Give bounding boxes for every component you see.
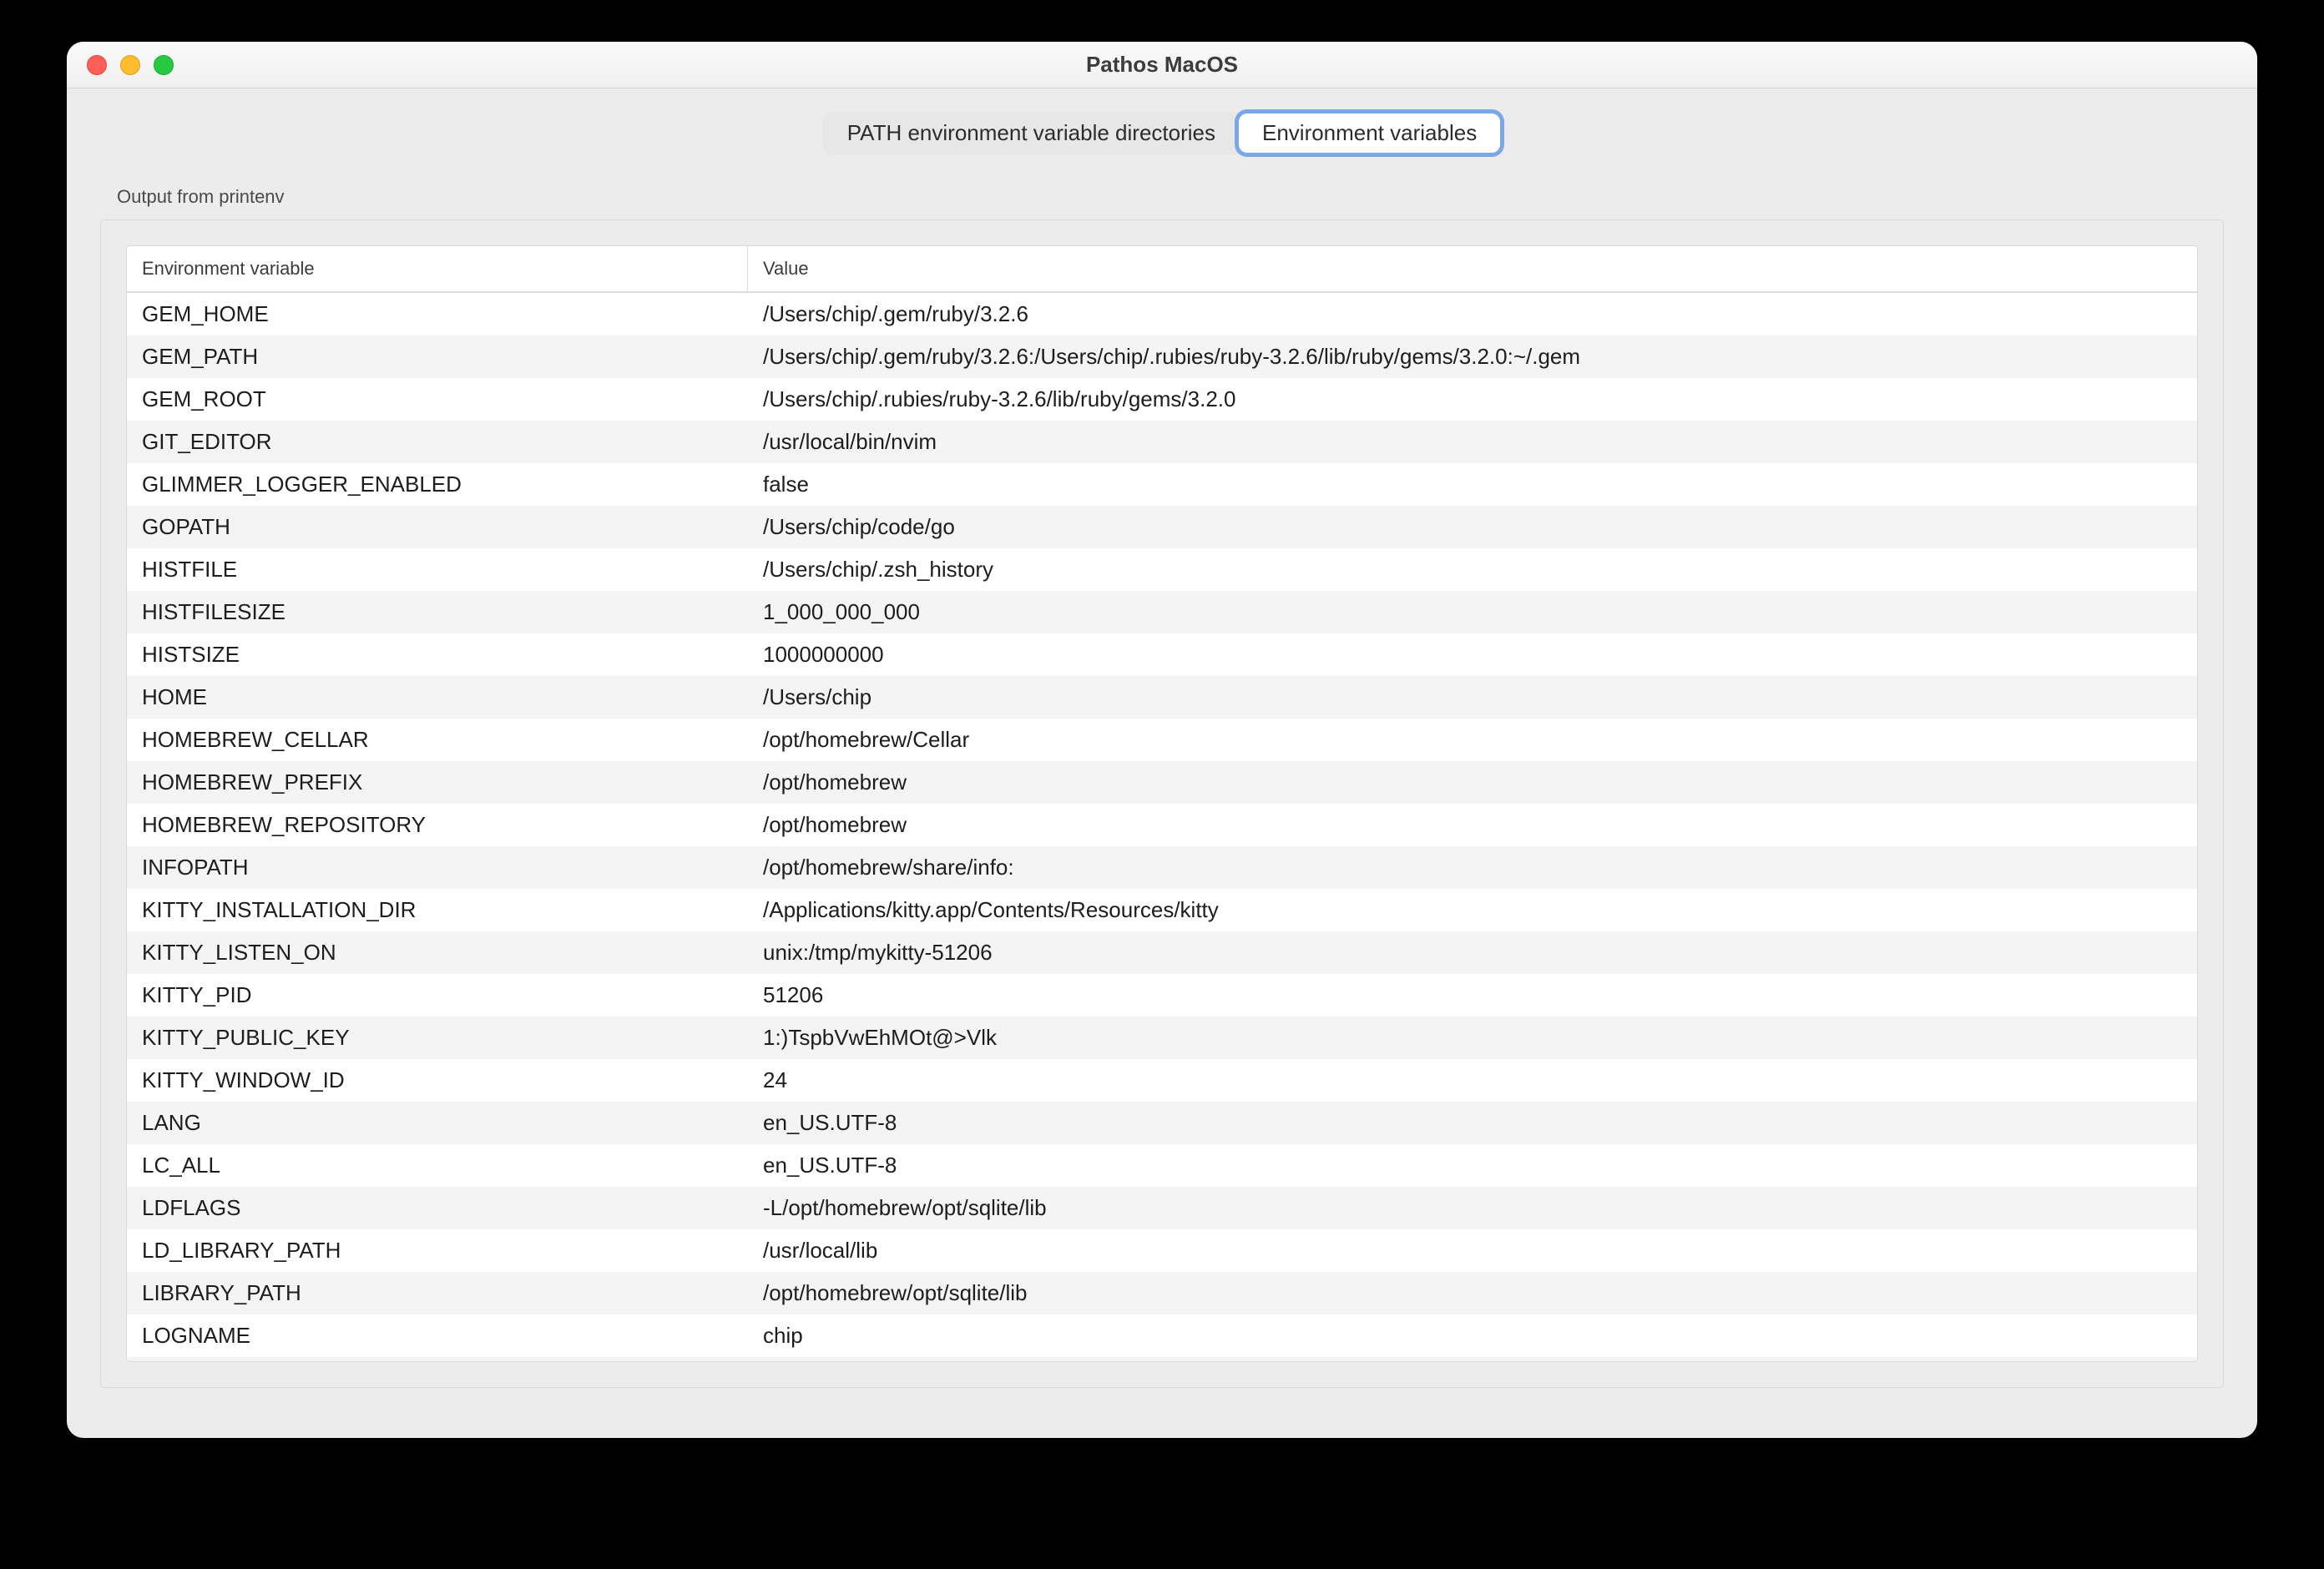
env-name: LC_ALL	[127, 1144, 748, 1187]
env-value: /Users/chip/.zsh_history	[748, 548, 2197, 591]
table-row[interactable]: LUA_CPATH/usr/local/lib/lua/5.1/?.so;./?…	[127, 1357, 2197, 1361]
table-row[interactable]: LANGen_US.UTF-8	[127, 1102, 2197, 1144]
env-name: LIBRARY_PATH	[127, 1272, 748, 1314]
table-row[interactable]: GIT_EDITOR/usr/local/bin/nvim	[127, 421, 2197, 463]
table-row[interactable]: HISTSIZE1000000000	[127, 633, 2197, 676]
table-row[interactable]: GLIMMER_LOGGER_ENABLEDfalse	[127, 463, 2197, 506]
env-value: /opt/homebrew/share/info:	[748, 846, 2197, 889]
table-row[interactable]: HOMEBREW_REPOSITORY/opt/homebrew	[127, 804, 2197, 846]
env-value: /Users/chip/.gem/ruby/3.2.6	[748, 293, 2197, 335]
traffic-lights	[87, 55, 174, 75]
toolbar: PATH environment variable directories En…	[67, 88, 2257, 154]
env-value: 24	[748, 1059, 2197, 1102]
table-row[interactable]: LDFLAGS-L/opt/homebrew/opt/sqlite/lib	[127, 1187, 2197, 1229]
table-row[interactable]: GEM_ROOT/Users/chip/.rubies/ruby-3.2.6/l…	[127, 378, 2197, 421]
window-title: Pathos MacOS	[83, 52, 2241, 78]
table-row[interactable]: KITTY_LISTEN_ONunix:/tmp/mykitty-51206	[127, 931, 2197, 974]
table-row[interactable]: GEM_PATH/Users/chip/.gem/ruby/3.2.6:/Use…	[127, 335, 2197, 378]
env-name: KITTY_LISTEN_ON	[127, 931, 748, 974]
env-name: HISTFILESIZE	[127, 591, 748, 633]
env-value: 1000000000	[748, 633, 2197, 676]
env-name: KITTY_WINDOW_ID	[127, 1059, 748, 1102]
env-name: GIT_EDITOR	[127, 421, 748, 463]
env-value: chip	[748, 1314, 2197, 1357]
env-name: HOMEBREW_REPOSITORY	[127, 804, 748, 846]
env-value: /usr/local/lib/lua/5.1/?.so;./?.so;/User…	[748, 1357, 2197, 1361]
env-value: unix:/tmp/mykitty-51206	[748, 931, 2197, 974]
env-value: 51206	[748, 974, 2197, 1017]
table-row[interactable]: INFOPATH/opt/homebrew/share/info:	[127, 846, 2197, 889]
env-name: HISTFILE	[127, 548, 748, 591]
env-value: /Users/chip	[748, 676, 2197, 719]
minimize-icon[interactable]	[120, 55, 140, 75]
maximize-icon[interactable]	[154, 55, 174, 75]
env-name: HOMEBREW_PREFIX	[127, 761, 748, 804]
table-row[interactable]: LC_ALLen_US.UTF-8	[127, 1144, 2197, 1187]
table-row[interactable]: HISTFILESIZE1_000_000_000	[127, 591, 2197, 633]
table-row[interactable]: HOME/Users/chip	[127, 676, 2197, 719]
env-name: HISTSIZE	[127, 633, 748, 676]
table-row[interactable]: HISTFILE/Users/chip/.zsh_history	[127, 548, 2197, 591]
column-header-name[interactable]: Environment variable	[127, 246, 748, 291]
env-table: Environment variable Value GEM_HOME/User…	[126, 245, 2198, 1362]
env-name: LUA_CPATH	[127, 1357, 748, 1361]
tab-segmented-control: PATH environment variable directories En…	[822, 112, 1502, 154]
close-icon[interactable]	[87, 55, 107, 75]
env-value: /Applications/kitty.app/Contents/Resourc…	[748, 889, 2197, 931]
env-value: false	[748, 463, 2197, 506]
table-row[interactable]: LOGNAMEchip	[127, 1314, 2197, 1357]
env-value: -L/opt/homebrew/opt/sqlite/lib	[748, 1187, 2197, 1229]
table-row[interactable]: KITTY_WINDOW_ID24	[127, 1059, 2197, 1102]
env-value: 1:)TspbVwEhMOt@>Vlk	[748, 1017, 2197, 1059]
env-name: GEM_HOME	[127, 293, 748, 335]
table-header: Environment variable Value	[127, 246, 2197, 293]
titlebar: Pathos MacOS	[67, 42, 2257, 88]
content-area: Output from printenv Environment variabl…	[67, 154, 2257, 1438]
table-row[interactable]: HOMEBREW_PREFIX/opt/homebrew	[127, 761, 2197, 804]
tab-path-directories[interactable]: PATH environment variable directories	[824, 114, 1239, 153]
env-name: GOPATH	[127, 506, 748, 548]
env-name: KITTY_PID	[127, 974, 748, 1017]
table-row[interactable]: HOMEBREW_CELLAR/opt/homebrew/Cellar	[127, 719, 2197, 761]
env-name: KITTY_INSTALLATION_DIR	[127, 889, 748, 931]
env-name: LD_LIBRARY_PATH	[127, 1229, 748, 1272]
output-subtitle: Output from printenv	[100, 171, 2224, 219]
tab-environment-variables[interactable]: Environment variables	[1239, 114, 1500, 153]
table-row[interactable]: LIBRARY_PATH/opt/homebrew/opt/sqlite/lib	[127, 1272, 2197, 1314]
app-window: Pathos MacOS PATH environment variable d…	[67, 42, 2257, 1438]
table-row[interactable]: KITTY_INSTALLATION_DIR/Applications/kitt…	[127, 889, 2197, 931]
env-value: /usr/local/bin/nvim	[748, 421, 2197, 463]
table-row[interactable]: GEM_HOME/Users/chip/.gem/ruby/3.2.6	[127, 293, 2197, 335]
column-header-value[interactable]: Value	[748, 246, 2197, 291]
table-body[interactable]: GEM_HOME/Users/chip/.gem/ruby/3.2.6GEM_P…	[127, 293, 2197, 1361]
env-value: /opt/homebrew	[748, 761, 2197, 804]
env-value: /Users/chip/.gem/ruby/3.2.6:/Users/chip/…	[748, 335, 2197, 378]
env-name: GLIMMER_LOGGER_ENABLED	[127, 463, 748, 506]
env-name: GEM_ROOT	[127, 378, 748, 421]
table-row[interactable]: KITTY_PID51206	[127, 974, 2197, 1017]
env-name: LOGNAME	[127, 1314, 748, 1357]
env-value: /usr/local/lib	[748, 1229, 2197, 1272]
table-panel: Environment variable Value GEM_HOME/User…	[100, 219, 2224, 1388]
env-name: KITTY_PUBLIC_KEY	[127, 1017, 748, 1059]
env-name: HOME	[127, 676, 748, 719]
table-row[interactable]: KITTY_PUBLIC_KEY1:)TspbVwEhMOt@>Vlk	[127, 1017, 2197, 1059]
env-value: /Users/chip/.rubies/ruby-3.2.6/lib/ruby/…	[748, 378, 2197, 421]
env-value: 1_000_000_000	[748, 591, 2197, 633]
env-name: INFOPATH	[127, 846, 748, 889]
env-value: /opt/homebrew/Cellar	[748, 719, 2197, 761]
env-value: /Users/chip/code/go	[748, 506, 2197, 548]
env-value: /opt/homebrew	[748, 804, 2197, 846]
env-value: en_US.UTF-8	[748, 1144, 2197, 1187]
env-value: /opt/homebrew/opt/sqlite/lib	[748, 1272, 2197, 1314]
env-name: LDFLAGS	[127, 1187, 748, 1229]
env-name: HOMEBREW_CELLAR	[127, 719, 748, 761]
table-row[interactable]: GOPATH/Users/chip/code/go	[127, 506, 2197, 548]
env-name: LANG	[127, 1102, 748, 1144]
env-name: GEM_PATH	[127, 335, 748, 378]
table-row[interactable]: LD_LIBRARY_PATH/usr/local/lib	[127, 1229, 2197, 1272]
env-value: en_US.UTF-8	[748, 1102, 2197, 1144]
